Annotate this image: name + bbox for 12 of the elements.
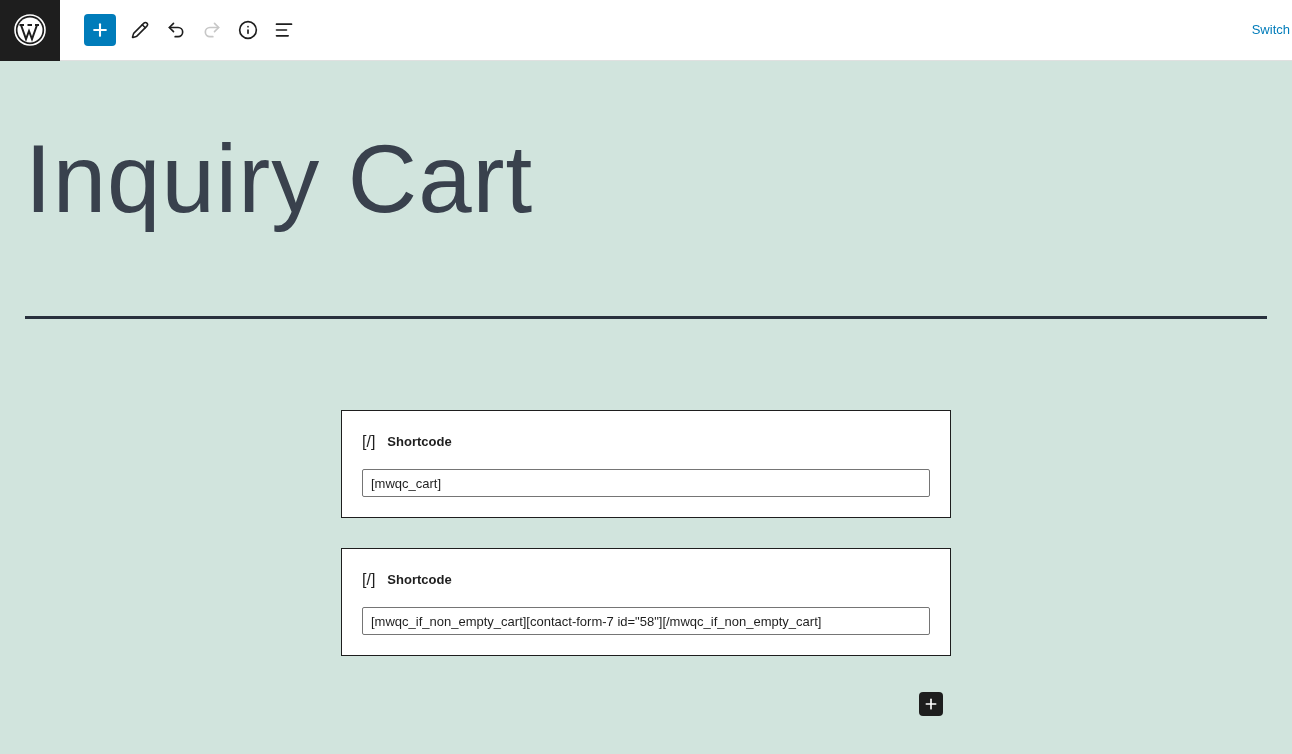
page-title: Inquiry Cart: [25, 124, 534, 234]
shortcode-input[interactable]: [mwqc_if_non_empty_cart][contact-form-7 id="58"][/mwqc_if_non_empty_cart]: [362, 607, 930, 636]
switch-link[interactable]: Switch: [1251, 20, 1290, 40]
wordpress-logo[interactable]: [0, 0, 60, 61]
block-label: Shortcode: [387, 433, 452, 452]
shortcode-icon: [/]: [362, 430, 376, 455]
add-block-button[interactable]: [919, 692, 943, 717]
block-label: Shortcode: [387, 571, 452, 590]
shortcode-input[interactable]: [mwqc_cart]: [362, 469, 930, 498]
info-icon[interactable]: [236, 18, 260, 42]
shortcode-icon: [/]: [362, 568, 376, 593]
plus-icon: [90, 20, 110, 40]
